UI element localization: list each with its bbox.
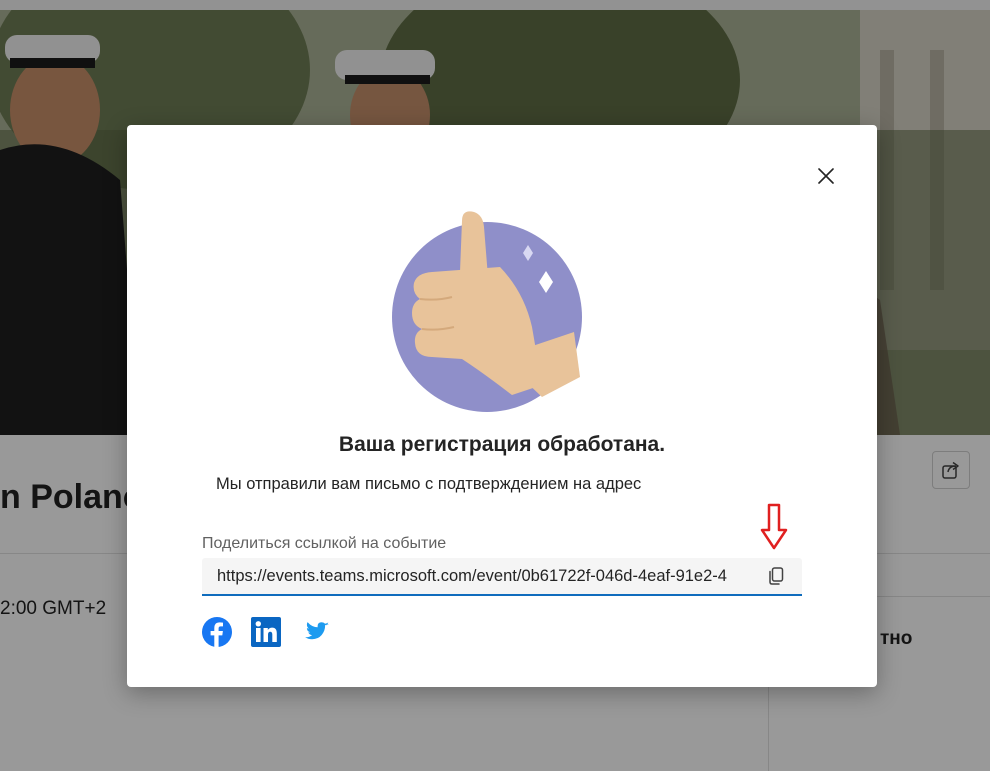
down-arrow-annotation <box>760 503 788 550</box>
share-link-field <box>202 558 802 596</box>
thumbs-up-illustration <box>392 211 582 412</box>
twitter-icon[interactable] <box>300 616 332 648</box>
close-button[interactable] <box>813 163 839 189</box>
facebook-icon[interactable] <box>201 616 233 648</box>
share-link-label: Поделиться ссылкой на событие <box>202 535 447 552</box>
registration-confirmation-dialog: Ваша регистрация обработана. Мы отправил… <box>127 125 877 687</box>
copy-icon <box>769 567 784 585</box>
confirmation-message: Мы отправили вам письмо с подтверждением… <box>216 475 642 493</box>
share-link-input[interactable] <box>202 558 762 594</box>
dialog-title: Ваша регистрация обработана. <box>338 433 666 456</box>
close-icon <box>818 168 834 184</box>
linkedin-icon[interactable] <box>250 616 282 648</box>
copy-link-button[interactable] <box>764 564 788 588</box>
